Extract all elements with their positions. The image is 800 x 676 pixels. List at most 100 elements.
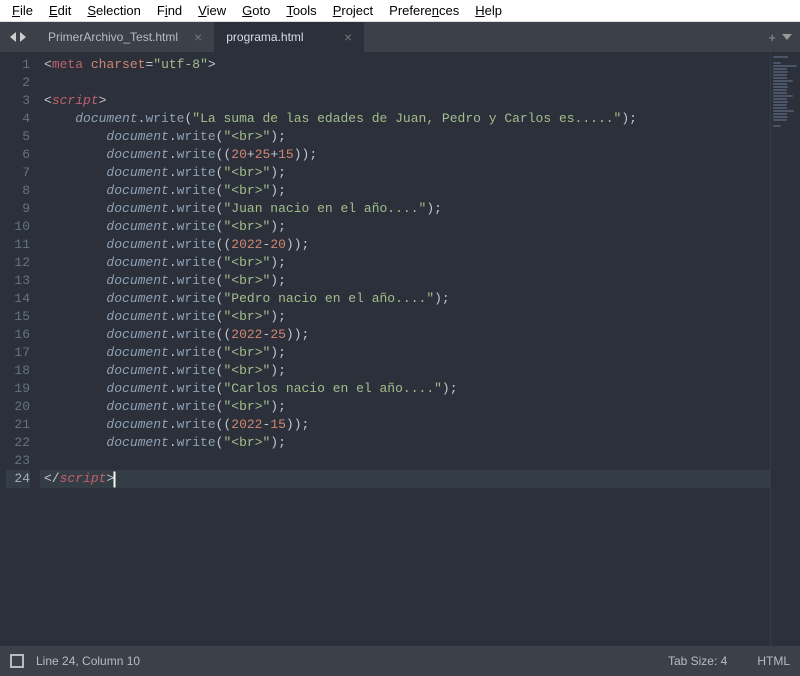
line-number: 3 (6, 92, 30, 110)
line-number: 19 (6, 380, 30, 398)
line-number: 17 (6, 344, 30, 362)
code-line[interactable]: document.write("<br>"); (40, 362, 770, 380)
minimap-line (773, 92, 787, 94)
code-line[interactable]: document.write("La suma de las edades de… (40, 110, 770, 128)
tab-size[interactable]: Tab Size: 4 (668, 654, 727, 668)
line-number: 20 (6, 398, 30, 416)
editor: 123456789101112131415161718192021222324 … (0, 52, 800, 646)
minimap-line (773, 116, 788, 118)
code-line[interactable]: document.write("<br>"); (40, 308, 770, 326)
menu-preferences[interactable]: Preferences (381, 1, 467, 20)
minimap-line (773, 125, 781, 127)
tab-active[interactable]: programa.html × (214, 22, 364, 52)
tab-nav[interactable] (0, 22, 36, 52)
line-number: 13 (6, 272, 30, 290)
line-number: 16 (6, 326, 30, 344)
tab-label: PrimerArchivo_Test.html (48, 30, 178, 44)
line-number: 15 (6, 308, 30, 326)
line-number: 2 (6, 74, 30, 92)
code-line[interactable]: document.write("Juan nacio en el año....… (40, 200, 770, 218)
code-line[interactable]: document.write((2022-20)); (40, 236, 770, 254)
panel-toggle-icon[interactable] (10, 654, 24, 668)
code-area[interactable]: <meta charset="utf-8"> <script> document.… (40, 52, 770, 646)
minimap-line (773, 86, 788, 88)
minimap-line (773, 65, 797, 67)
minimap-line (773, 107, 787, 109)
line-number: 9 (6, 200, 30, 218)
code-line[interactable]: document.write("<br>"); (40, 434, 770, 452)
menu-edit[interactable]: Edit (41, 1, 79, 20)
line-number: 5 (6, 128, 30, 146)
line-number: 7 (6, 164, 30, 182)
minimap-line (773, 95, 793, 97)
code-line[interactable] (40, 452, 770, 470)
minimap-line (773, 83, 787, 85)
menu-selection[interactable]: Selection (79, 1, 148, 20)
minimap-line (773, 113, 787, 115)
minimap-line (773, 77, 787, 79)
minimap[interactable] (770, 52, 800, 646)
syntax-mode[interactable]: HTML (757, 654, 790, 668)
line-number: 10 (6, 218, 30, 236)
minimap-line (773, 110, 794, 112)
minimap-line (773, 104, 787, 106)
menu-file[interactable]: File (4, 1, 41, 20)
tab-inactive[interactable]: PrimerArchivo_Test.html × (36, 22, 214, 52)
line-number: 14 (6, 290, 30, 308)
close-icon[interactable]: × (328, 29, 352, 45)
minimap-line (773, 71, 788, 73)
minimap-line (773, 98, 787, 100)
minimap-line (773, 119, 787, 121)
minimap-line (773, 68, 787, 70)
code-line[interactable]: document.write("Pedro nacio en el año...… (40, 290, 770, 308)
tab-prev-icon[interactable] (10, 32, 16, 42)
code-line[interactable]: document.write("<br>"); (40, 182, 770, 200)
code-line[interactable]: document.write("<br>"); (40, 218, 770, 236)
code-line[interactable]: document.write("<br>"); (40, 398, 770, 416)
tab-next-icon[interactable] (20, 32, 26, 42)
minimap-line (773, 101, 788, 103)
minimap-line (773, 74, 787, 76)
line-number: 23 (6, 452, 30, 470)
code-line[interactable]: document.write("<br>"); (40, 164, 770, 182)
code-line[interactable]: <meta charset="utf-8"> (40, 56, 770, 74)
menu-project[interactable]: Project (325, 1, 381, 20)
close-icon[interactable]: × (178, 29, 202, 45)
line-number: 1 (6, 56, 30, 74)
minimap-line (773, 89, 787, 91)
menu-help[interactable]: Help (467, 1, 510, 20)
tab-bar: PrimerArchivo_Test.html × programa.html … (0, 22, 800, 52)
menu-view[interactable]: View (190, 1, 234, 20)
line-number: 18 (6, 362, 30, 380)
tab-label: programa.html (226, 30, 303, 44)
tab-actions: + (760, 22, 800, 52)
line-number: 24 (6, 470, 30, 488)
menu-goto[interactable]: Goto (234, 1, 278, 20)
status-bar: Line 24, Column 10 Tab Size: 4 HTML (0, 646, 800, 676)
new-tab-icon[interactable]: + (768, 30, 776, 45)
code-line[interactable]: document.write((2022-25)); (40, 326, 770, 344)
code-line[interactable]: document.write("Carlos nacio en el año..… (40, 380, 770, 398)
code-line[interactable]: document.write("<br>"); (40, 128, 770, 146)
code-line[interactable]: document.write((20+25+15)); (40, 146, 770, 164)
line-number: 22 (6, 434, 30, 452)
line-number: 6 (6, 146, 30, 164)
tab-menu-icon[interactable] (782, 34, 792, 40)
line-number: 4 (6, 110, 30, 128)
minimap-line (773, 80, 793, 82)
code-line[interactable]: document.write((2022-15)); (40, 416, 770, 434)
menu-tools[interactable]: Tools (278, 1, 324, 20)
code-line[interactable]: document.write("<br>"); (40, 254, 770, 272)
code-line[interactable]: </script> (40, 470, 770, 488)
line-number: 11 (6, 236, 30, 254)
code-line[interactable] (40, 74, 770, 92)
menu-find[interactable]: Find (149, 1, 190, 20)
code-line[interactable]: document.write("<br>"); (40, 344, 770, 362)
code-line[interactable]: document.write("<br>"); (40, 272, 770, 290)
line-number: 8 (6, 182, 30, 200)
code-line[interactable]: <script> (40, 92, 770, 110)
line-number: 21 (6, 416, 30, 434)
menu-bar: File Edit Selection Find View Goto Tools… (0, 0, 800, 22)
line-gutter[interactable]: 123456789101112131415161718192021222324 (0, 52, 40, 646)
cursor-position[interactable]: Line 24, Column 10 (36, 654, 140, 668)
